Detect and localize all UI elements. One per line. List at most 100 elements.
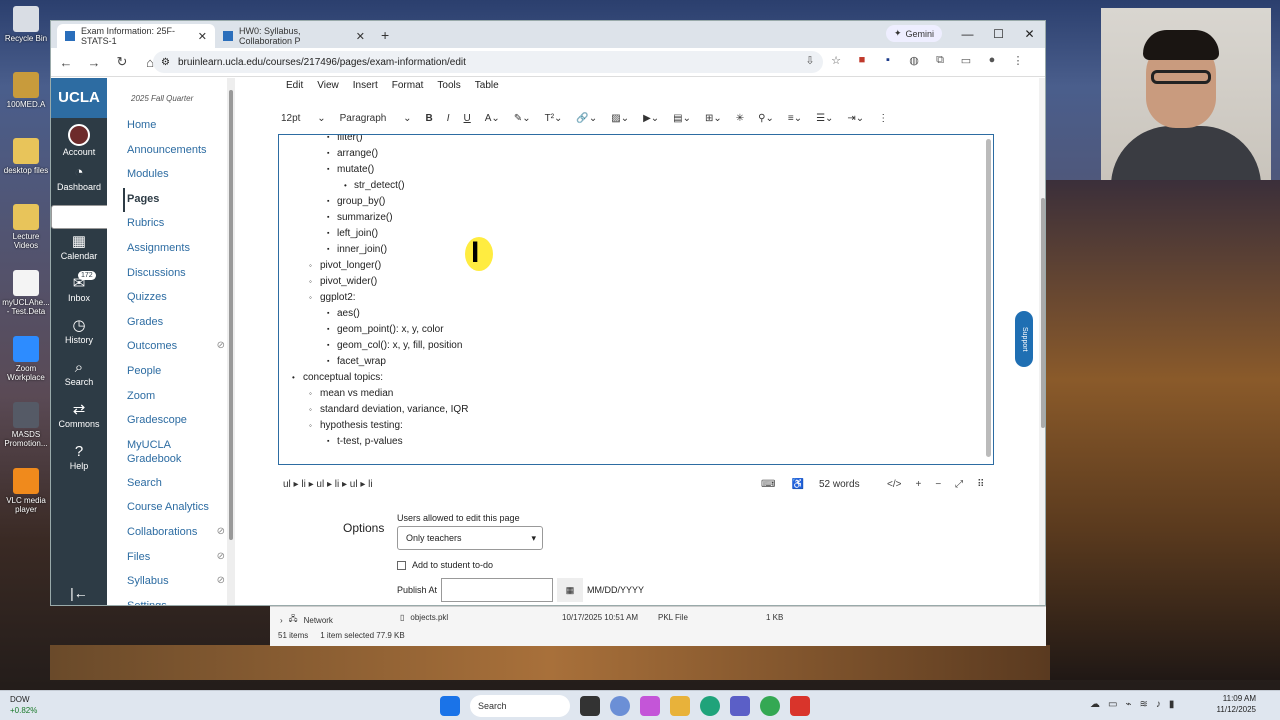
edge-icon[interactable]	[700, 696, 720, 716]
extension-icon[interactable]: ◍	[907, 54, 921, 67]
expand-chevron-icon[interactable]: ›	[280, 616, 283, 625]
superscript-icon[interactable]: T²⌄	[545, 113, 563, 124]
extensions-puzzle-icon[interactable]: ⧉	[933, 54, 947, 67]
list-item[interactable]: t-test, p-values	[279, 434, 979, 450]
nav-calendar[interactable]: ▦ Calendar	[51, 229, 107, 271]
list-item[interactable]: hypothesis testing:	[279, 418, 979, 434]
menu-insert[interactable]: Insert	[353, 80, 378, 91]
desktop-icon[interactable]: VLC media player	[2, 468, 50, 514]
desktop-icon[interactable]: MASDS Promotion...	[2, 402, 50, 448]
list-item[interactable]: aes()	[279, 306, 979, 322]
rich-text-editor[interactable]: filter()arrange()mutate()str_detect()gro…	[278, 134, 994, 465]
course-nav-item-rubrics[interactable]: Rubrics	[107, 212, 227, 237]
display-icon[interactable]: ▭	[1108, 699, 1117, 710]
reload-icon[interactable]: ↻	[115, 54, 129, 70]
list-item[interactable]: standard deviation, variance, IQR	[279, 402, 979, 418]
editor-content[interactable]: filter()arrange()mutate()str_detect()gro…	[279, 135, 979, 450]
desktop-icon[interactable]: Zoom Workplace	[2, 336, 50, 382]
course-nav-item-syllabus[interactable]: Syllabus ⊘	[107, 570, 227, 595]
list-item[interactable]: conceptual topics:	[279, 370, 979, 386]
menu-edit[interactable]: Edit	[286, 80, 303, 91]
list-item[interactable]: left_join()	[279, 226, 979, 242]
file-name[interactable]: objects.pkl	[410, 613, 448, 622]
url-bar[interactable]: ⚙ bruinlearn.ucla.edu/courses/217496/pag…	[153, 51, 823, 73]
indent-icon[interactable]: ⇥⌄	[847, 113, 864, 124]
course-nav-item-home[interactable]: Home	[107, 114, 227, 139]
list-item[interactable]: pivot_wider()	[279, 274, 979, 290]
link-icon[interactable]: 🔗⌄	[576, 113, 597, 124]
list-item[interactable]: str_detect()	[279, 178, 979, 194]
battery-icon[interactable]: ▮	[1169, 699, 1175, 710]
block-format-select[interactable]: Paragraph ⌄	[340, 113, 412, 124]
text-color-icon[interactable]: A⌄	[485, 113, 500, 124]
list-item[interactable]: geom_col(): x, y, fill, position	[279, 338, 979, 354]
taskbar-search[interactable]: Search	[470, 695, 570, 717]
desktop-icon[interactable]: Lecture Videos	[2, 204, 50, 250]
edit-permission-select[interactable]: Only teachers	[397, 526, 543, 550]
support-tab[interactable]: Support	[1015, 311, 1033, 367]
desktop-icon[interactable]: 100MED.A	[2, 72, 50, 109]
course-nav-item-zoom[interactable]: Zoom	[107, 385, 227, 410]
list-item[interactable]: geom_point(): x, y, color	[279, 322, 979, 338]
task-view-icon[interactable]	[580, 696, 600, 716]
course-nav-item-modules[interactable]: Modules	[107, 163, 227, 188]
tab-hw0-syllabus[interactable]: HW0: Syllabus, Collaboration P ✕	[215, 24, 373, 48]
menu-view[interactable]: View	[317, 80, 339, 91]
accessibility-checker-icon[interactable]: ♿	[791, 479, 803, 490]
html-editor-toggle[interactable]: </>	[887, 479, 901, 490]
nav-dashboard[interactable]: ◔ Dashboard	[51, 160, 107, 202]
course-nav-item-discussions[interactable]: Discussions	[107, 262, 227, 287]
course-nav-item-people[interactable]: People	[107, 360, 227, 385]
italic-icon[interactable]: I	[447, 113, 450, 124]
desktop-icon[interactable]: myUCLAhe... - Test.Deta	[2, 270, 50, 316]
gemini-button[interactable]: ✦ Gemini	[886, 25, 943, 42]
course-nav-item-collaborations[interactable]: Collaborations ⊘	[107, 521, 227, 546]
clock[interactable]: 11:09 AM 11/12/2025	[1206, 693, 1256, 715]
zoom-out-icon[interactable]: −	[935, 479, 941, 490]
r-app-icon[interactable]	[610, 696, 630, 716]
menu-tools[interactable]: Tools	[437, 80, 460, 91]
site-info-icon[interactable]: ⚙	[161, 57, 170, 68]
element-path[interactable]: ul ▸ li ▸ ul ▸ li ▸ ul ▸ li	[283, 479, 373, 490]
more-options-icon[interactable]: ⋮	[878, 113, 888, 124]
course-nav-scrollbar[interactable]	[227, 78, 235, 605]
checkbox-box[interactable]	[397, 560, 406, 570]
install-app-icon[interactable]: ⇩	[803, 54, 817, 67]
maximize-button[interactable]: ☐	[983, 21, 1014, 47]
close-tab-icon[interactable]: ✕	[356, 30, 365, 43]
course-nav-item-myucla-gradebook[interactable]: MyUCLA Gradebook	[107, 434, 227, 472]
desktop-icon[interactable]: desktop files	[2, 138, 50, 175]
profile-icon[interactable]: ●	[985, 54, 999, 67]
nav-inbox[interactable]: 172 ✉ Inbox	[51, 271, 107, 313]
align-icon[interactable]: ≡⌄	[788, 113, 802, 124]
course-nav-item-outcomes[interactable]: Outcomes ⊘	[107, 335, 227, 360]
menu-format[interactable]: Format	[392, 80, 424, 91]
course-nav-item-quizzes[interactable]: Quizzes	[107, 286, 227, 311]
list-item[interactable]: facet_wrap	[279, 354, 979, 370]
document-icon[interactable]: ▤⌄	[673, 113, 691, 124]
close-window-button[interactable]: ✕	[1014, 21, 1045, 47]
accessibility-icon[interactable]: ⚲⌄	[758, 113, 774, 124]
underline-icon[interactable]: U	[464, 113, 471, 124]
page-scrollbar[interactable]	[1039, 78, 1045, 605]
course-nav-item-settings[interactable]: Settings	[107, 595, 227, 605]
font-size-select[interactable]: 12pt ⌄	[281, 113, 326, 124]
back-icon[interactable]: ←	[59, 55, 73, 70]
collapse-nav-icon[interactable]: |←	[51, 585, 107, 601]
start-button-icon[interactable]	[440, 696, 460, 716]
student-todo-checkbox[interactable]: Add to student to-do	[397, 560, 644, 570]
bold-icon[interactable]: B	[426, 113, 433, 124]
fullscreen-icon[interactable]: ⤢	[955, 479, 963, 490]
minimize-button[interactable]: —	[952, 21, 983, 47]
course-nav-item-grades[interactable]: Grades	[107, 311, 227, 336]
ai-assist-icon[interactable]: ✳	[736, 113, 744, 124]
list-item[interactable]: group_by()	[279, 194, 979, 210]
list-item[interactable]: filter()	[279, 135, 979, 146]
network-item[interactable]: Network	[304, 616, 333, 625]
resize-handle-icon[interactable]: ⠿	[977, 479, 984, 490]
course-nav-item-course-analytics[interactable]: Course Analytics	[107, 496, 227, 521]
word-count[interactable]: 52 words	[819, 479, 860, 490]
calendar-picker-icon[interactable]: ▦	[557, 578, 584, 602]
nav-search[interactable]: ⌕ Search	[51, 355, 107, 397]
side-panel-icon[interactable]: ▭	[959, 54, 973, 67]
